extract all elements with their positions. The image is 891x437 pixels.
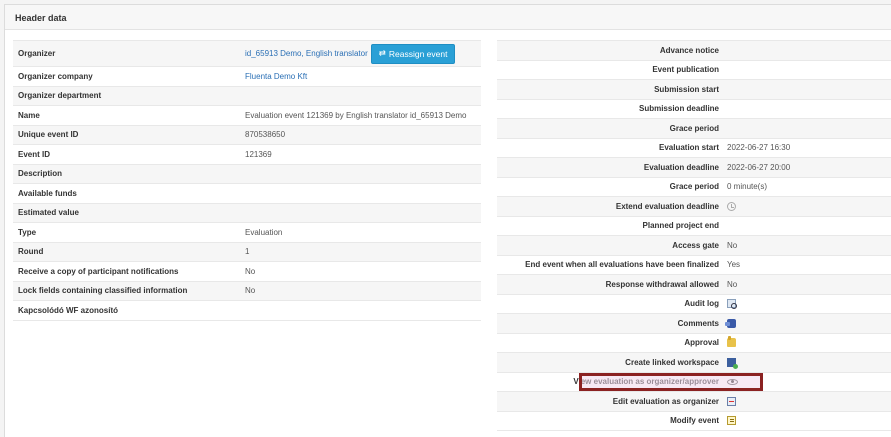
table-row: Evaluation deadline 2022-06-27 20:00 (497, 158, 891, 178)
table-row: Unique event ID 870538650 (13, 125, 481, 145)
table-row: Organizer id_65913 Demo, English transla… (13, 41, 481, 67)
row-value: No (245, 286, 256, 296)
clock-icon[interactable] (727, 201, 736, 211)
row-label: Comments (677, 318, 719, 328)
row-label: Grace period (669, 123, 719, 133)
table-row: Evaluation start 2022-06-27 16:30 (497, 139, 891, 158)
row-label: Available funds (18, 188, 77, 198)
table-row: Extend evaluation deadline (497, 197, 891, 217)
row-label: Evaluation deadline (643, 162, 719, 172)
row-value: No (245, 266, 256, 276)
row-label: Create linked workspace (625, 357, 719, 367)
table-row: Available funds (13, 184, 481, 204)
audit-log-icon[interactable] (727, 299, 737, 310)
table-row: Advance notice (497, 41, 891, 61)
table-row: Modify event (497, 412, 891, 431)
table-row: Lock fields containing classified inform… (13, 281, 481, 301)
row-label: Description (18, 169, 63, 179)
access-gate-value: No (727, 240, 738, 250)
table-row: Event publication (497, 61, 891, 80)
row-label: Organizer company (18, 71, 93, 81)
panel-title: Header data (5, 5, 891, 30)
row-label: Round (18, 247, 44, 257)
table-row: Description (13, 164, 481, 184)
withdrawal-value: No (727, 279, 738, 289)
row-label: Lock fields containing classified inform… (18, 286, 188, 296)
table-row: Name Evaluation event 121369 by English … (13, 106, 481, 126)
row-label: Extend evaluation deadline (615, 201, 719, 211)
row-label: Modify event (670, 416, 719, 426)
row-label: Type (18, 227, 37, 237)
table-row: Response withdrawal allowed No (497, 275, 891, 295)
comments-icon[interactable] (725, 318, 736, 328)
reassign-event-button[interactable]: ⇄ Reassign event (370, 43, 456, 64)
row-label: Edit evaluation as organizer (612, 396, 719, 406)
evaluation-start-value: 2022-06-27 16:30 (727, 143, 791, 153)
row-label: Planned project end (642, 221, 719, 231)
evaluation-deadline-value: 2022-06-27 20:00 (727, 162, 791, 172)
row-label: Organizer (18, 49, 56, 58)
table-row: View evaluation as organizer/approver (497, 373, 891, 392)
table-row: Audit log (497, 295, 891, 314)
table-row: Submission deadline (497, 100, 891, 119)
row-value: 1 (245, 247, 250, 257)
organizer-info-table: Organizer id_65913 Demo, English transla… (13, 40, 481, 321)
table-row: Organizer company Fluenta Demo Kft (13, 67, 481, 87)
table-row: Kapcsolódó WF azonosító (13, 301, 481, 321)
row-label: Unique event ID (18, 130, 79, 140)
linked-workspace-icon[interactable] (727, 357, 738, 369)
row-label: End event when all evaluations have been… (525, 260, 719, 270)
table-row: Type Evaluation (13, 223, 481, 243)
table-row: Receive a copy of participant notificati… (13, 262, 481, 282)
table-row: Create linked workspace (497, 353, 891, 373)
row-label: Organizer department (18, 91, 102, 101)
table-row: Grace period 0 minute(s) (497, 178, 891, 197)
end-event-value: Yes (727, 260, 741, 270)
table-row: Event ID 121369 (13, 145, 481, 165)
row-label: Estimated value (18, 208, 79, 218)
row-value: Evaluation event 121369 by English trans… (245, 110, 467, 120)
row-label: Event ID (18, 149, 51, 159)
table-row: Access gate No (497, 236, 891, 256)
table-row: Estimated value (13, 203, 481, 223)
table-row: Submission start (497, 80, 891, 100)
row-label: Submission deadline (638, 104, 719, 114)
row-label: Evaluation start (658, 143, 719, 153)
modify-icon[interactable] (727, 416, 736, 426)
row-label: Audit log (684, 299, 719, 309)
swap-arrows-icon: ⇄ (378, 48, 386, 58)
row-label: Grace period (669, 182, 719, 192)
approval-icon[interactable] (727, 336, 736, 348)
edit-icon[interactable] (727, 396, 736, 406)
table-row: Edit evaluation as organizer (497, 392, 891, 412)
table-row: Comments (497, 314, 891, 334)
row-label: Kapcsolódó WF azonosító (18, 305, 118, 315)
eye-icon[interactable] (727, 378, 738, 385)
row-value: 121369 (245, 149, 272, 159)
organizer-link[interactable]: id_65913 Demo, English translator (245, 49, 368, 58)
row-value: 870538650 (245, 130, 286, 140)
row-label: Advance notice (659, 45, 719, 55)
row-label: Submission start (654, 84, 719, 94)
table-row: Organizer department (13, 86, 481, 106)
row-label: Event publication (652, 65, 719, 75)
table-row: Approval (497, 334, 891, 353)
row-value: Evaluation (245, 227, 283, 237)
table-row: End event when all evaluations have been… (497, 256, 891, 275)
row-label: Approval (684, 338, 719, 348)
row-label: View evaluation as organizer/approver (573, 377, 719, 387)
event-schedule-table: Advance notice Event publication Submiss… (497, 40, 891, 431)
table-row: Round 1 (13, 242, 481, 262)
grace-period-value: 0 minute(s) (727, 182, 768, 192)
row-label: Access gate (672, 240, 719, 250)
row-label: Response withdrawal allowed (605, 279, 719, 289)
table-row: Grace period (497, 119, 891, 139)
table-row: Planned project end (497, 217, 891, 236)
organizer-company-link[interactable]: Fluenta Demo Kft (245, 72, 307, 81)
row-label: Receive a copy of participant notificati… (18, 266, 179, 276)
row-label: Name (18, 110, 40, 120)
